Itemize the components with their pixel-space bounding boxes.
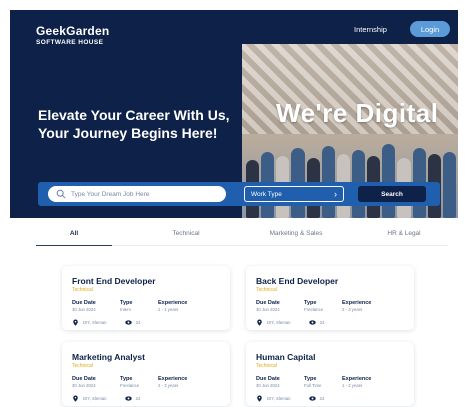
job-location: DIY, Sleman xyxy=(83,319,107,325)
experience-value: 2 - 3 years xyxy=(342,307,363,312)
type-value: Freelance xyxy=(304,307,324,312)
location-pin-icon xyxy=(73,318,78,326)
job-card-human-capital[interactable]: Human Capital Technical Due Date 30 Jun … xyxy=(246,342,414,406)
job-fields: Due Date 30 Jun 2024 Type Freelance Expe… xyxy=(72,376,222,390)
type-value: Intern xyxy=(120,307,131,312)
location-pin-icon xyxy=(257,394,262,402)
job-views: 24 xyxy=(135,395,141,401)
job-location: DIY, Sleman xyxy=(267,395,291,401)
job-category: Technical xyxy=(256,287,277,293)
type-label: Type xyxy=(304,300,317,306)
type-field: Type Full Time xyxy=(304,376,321,388)
tab-marketing-sales[interactable]: Marketing & Sales xyxy=(258,230,334,237)
experience-value: 1 - 1 years xyxy=(158,307,179,312)
logo-name: GeekGarden xyxy=(36,24,110,38)
work-type-label: Work Type xyxy=(251,190,282,198)
hero-title-line1: Elevate Your Career With Us, xyxy=(38,107,230,123)
job-fields: Due Date 30 Jun 2024 Type Full Time Expe… xyxy=(256,376,406,390)
due-date-field: Due Date 30 Jun 2024 xyxy=(256,300,280,312)
logo-subtitle: SOFTWARE HOUSE xyxy=(36,39,104,46)
logo[interactable]: GeekGarden SOFTWARE HOUSE xyxy=(36,24,109,46)
job-title: Human Capital xyxy=(256,352,316,362)
experience-label: Experience xyxy=(158,376,188,382)
type-field: Type Freelance xyxy=(120,376,139,388)
job-title: Marketing Analyst xyxy=(72,352,145,362)
hero-title: Elevate Your Career With Us, Your Journe… xyxy=(38,106,248,142)
job-meta: DIY, Sleman 24 xyxy=(72,318,140,326)
job-meta: DIY, Sleman 24 xyxy=(256,318,324,326)
type-label: Type xyxy=(120,300,133,306)
eye-icon xyxy=(124,319,132,325)
experience-field: Experience 1 - 1 years xyxy=(158,300,187,312)
job-category: Technical xyxy=(256,363,277,369)
category-tabs: All Technical Marketing & Sales HR & Leg… xyxy=(36,230,448,248)
tab-technical[interactable]: Technical xyxy=(148,230,224,237)
type-value: Freelance xyxy=(120,383,140,388)
job-category: Technical xyxy=(72,287,93,293)
job-category: Technical xyxy=(72,363,93,369)
job-title: Back End Developer xyxy=(256,276,339,286)
location-pin-icon xyxy=(257,318,262,326)
job-meta: DIY, Sleman 24 xyxy=(256,394,324,402)
due-date-value: 30 Jun 2024 xyxy=(256,307,280,312)
search-bar: Type Your Dream Job Here Work Type › Sea… xyxy=(38,182,440,206)
type-value: Full Time xyxy=(304,383,322,388)
job-location: DIY, Sleman xyxy=(83,395,107,401)
search-input[interactable]: Type Your Dream Job Here xyxy=(48,186,226,202)
type-field: Type Intern xyxy=(120,300,132,312)
experience-label: Experience xyxy=(342,300,372,306)
active-tab-underline xyxy=(36,245,112,246)
type-label: Type xyxy=(304,376,317,382)
job-card-front-end-developer[interactable]: Front End Developer Technical Due Date 3… xyxy=(62,266,230,330)
job-card-back-end-developer[interactable]: Back End Developer Technical Due Date 30… xyxy=(246,266,414,330)
due-date-value: 30 Jun 2024 xyxy=(72,383,96,388)
job-title: Front End Developer xyxy=(72,276,156,286)
due-date-field: Due Date 30 Jun 2024 xyxy=(256,376,280,388)
type-field: Type Freelance xyxy=(304,300,323,312)
experience-value: 1 - 2 years xyxy=(342,383,363,388)
career-page: GeekGarden SOFTWARE HOUSE Internship Log… xyxy=(0,0,468,407)
experience-field: Experience 2 - 3 years xyxy=(158,376,187,388)
search-placeholder: Type Your Dream Job Here xyxy=(71,190,150,198)
photo-caption: We're Digital xyxy=(276,98,439,128)
search-button[interactable]: Search xyxy=(358,186,426,202)
job-location: DIY, Sleman xyxy=(267,319,291,325)
due-date-field: Due Date 30 Jun 2024 xyxy=(72,300,96,312)
tab-all[interactable]: All xyxy=(36,230,112,237)
due-date-label: Due Date xyxy=(256,376,280,382)
job-fields: Due Date 30 Jun 2024 Type Intern Experie… xyxy=(72,300,222,314)
hero-title-line2: Your Journey Begins Here! xyxy=(38,125,218,141)
experience-field: Experience 2 - 3 years xyxy=(342,300,371,312)
experience-label: Experience xyxy=(342,376,372,382)
experience-label: Experience xyxy=(158,300,188,306)
eye-icon xyxy=(308,319,316,325)
job-card-marketing-analyst[interactable]: Marketing Analyst Technical Due Date 30 … xyxy=(62,342,230,406)
work-type-select[interactable]: Work Type › xyxy=(244,186,344,202)
job-views: 24 xyxy=(319,319,325,325)
due-date-value: 30 Jun 2024 xyxy=(256,383,280,388)
due-date-label: Due Date xyxy=(256,300,280,306)
login-button[interactable]: Login xyxy=(410,21,450,37)
job-views: 24 xyxy=(319,395,325,401)
job-views: 24 xyxy=(135,319,141,325)
tabs-divider xyxy=(112,245,448,246)
due-date-label: Due Date xyxy=(72,300,96,306)
experience-field: Experience 1 - 2 years xyxy=(342,376,371,388)
experience-value: 2 - 3 years xyxy=(158,383,179,388)
job-meta: DIY, Sleman 24 xyxy=(72,394,140,402)
chevron-right-icon: › xyxy=(334,188,337,199)
due-date-field: Due Date 30 Jun 2024 xyxy=(72,376,96,388)
type-label: Type xyxy=(120,376,133,382)
nav-internship-link[interactable]: Internship xyxy=(354,25,387,34)
location-pin-icon xyxy=(73,394,78,402)
eye-icon xyxy=(308,395,316,401)
search-icon xyxy=(56,189,66,199)
due-date-value: 30 Jun 2024 xyxy=(72,307,96,312)
due-date-label: Due Date xyxy=(72,376,96,382)
eye-icon xyxy=(124,395,132,401)
tab-hr-legal[interactable]: HR & Legal xyxy=(366,230,442,237)
job-fields: Due Date 30 Jun 2024 Type Freelance Expe… xyxy=(256,300,406,314)
